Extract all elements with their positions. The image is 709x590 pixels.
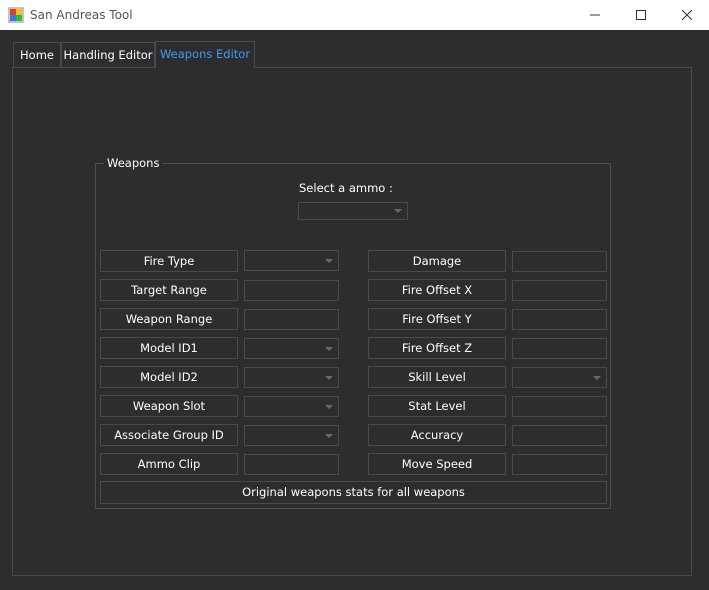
close-button[interactable] — [664, 0, 709, 30]
fire-offset-x-input[interactable] — [512, 280, 607, 301]
maximize-button[interactable] — [618, 0, 664, 30]
damage-label: Damage — [368, 250, 506, 272]
model-id2-label: Model ID2 — [100, 366, 238, 388]
model-id1-combo[interactable] — [244, 338, 339, 359]
fire-offset-z-label: Fire Offset Z — [368, 337, 506, 359]
skill-level-combo[interactable] — [512, 367, 607, 388]
chevron-down-icon — [325, 376, 333, 380]
model-id2-combo[interactable] — [244, 367, 339, 388]
fire-type-combo[interactable] — [244, 250, 339, 271]
window-title: San Andreas Tool — [30, 8, 133, 22]
close-icon — [682, 10, 692, 20]
ammo-clip-input[interactable] — [244, 454, 339, 475]
chevron-down-icon — [325, 405, 333, 409]
target-range-label: Target Range — [100, 279, 238, 301]
app-icon — [8, 7, 24, 23]
chevron-down-icon — [325, 434, 333, 438]
ammo-select-label: Select a ammo : — [299, 181, 393, 195]
weapon-range-input[interactable] — [244, 309, 339, 330]
stat-level-label: Stat Level — [368, 395, 506, 417]
reset-original-stats-button[interactable]: Original weapons stats for all weapons — [100, 481, 607, 504]
fire-type-label: Fire Type — [100, 250, 238, 272]
target-range-input[interactable] — [244, 280, 339, 301]
chevron-down-icon — [325, 347, 333, 351]
tab-handling-editor[interactable]: Handling Editor — [61, 42, 155, 67]
tab-home[interactable]: Home — [13, 42, 61, 67]
minimize-icon — [590, 14, 600, 16]
chevron-down-icon — [593, 376, 601, 380]
fire-offset-y-input[interactable] — [512, 309, 607, 330]
chevron-down-icon — [325, 259, 333, 263]
ammo-select[interactable] — [298, 202, 408, 220]
weapon-range-label: Weapon Range — [100, 308, 238, 330]
weapon-slot-combo[interactable] — [244, 396, 339, 417]
move-speed-label: Move Speed — [368, 453, 506, 475]
model-id1-label: Model ID1 — [100, 337, 238, 359]
weapon-slot-label: Weapon Slot — [100, 395, 238, 417]
fire-offset-y-label: Fire Offset Y — [368, 308, 506, 330]
associate-group-id-label: Associate Group ID — [100, 424, 238, 446]
move-speed-input[interactable] — [512, 454, 607, 475]
maximize-icon — [636, 10, 646, 20]
damage-input[interactable] — [512, 251, 607, 272]
chevron-down-icon — [394, 209, 402, 213]
ammo-clip-label: Ammo Clip — [100, 453, 238, 475]
associate-group-id-combo[interactable] — [244, 425, 339, 446]
accuracy-input[interactable] — [512, 425, 607, 446]
stat-level-input[interactable] — [512, 396, 607, 417]
fire-offset-z-input[interactable] — [512, 338, 607, 359]
weapons-group-title: Weapons — [104, 155, 163, 171]
skill-level-label: Skill Level — [368, 366, 506, 388]
accuracy-label: Accuracy — [368, 424, 506, 446]
minimize-button[interactable] — [572, 0, 618, 30]
tab-weapons-editor[interactable]: Weapons Editor — [155, 41, 255, 68]
title-bar: San Andreas Tool — [0, 0, 709, 30]
fire-offset-x-label: Fire Offset X — [368, 279, 506, 301]
